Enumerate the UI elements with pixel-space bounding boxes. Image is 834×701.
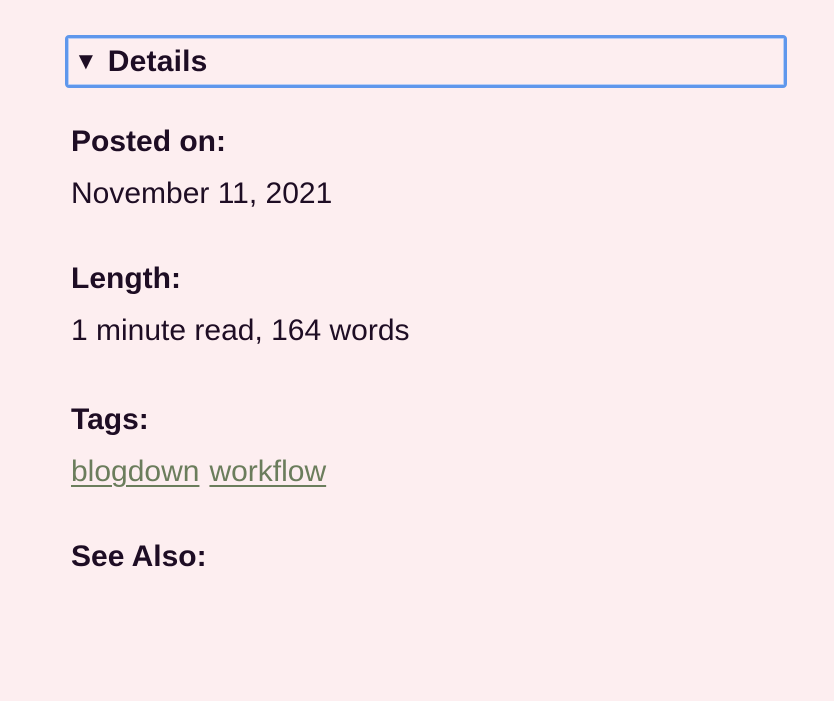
see-also-label: See Also: (71, 540, 207, 573)
length-value: 1 minute read, 164 words (71, 314, 410, 347)
length-section: Length: 1 minute read, 164 words (71, 261, 410, 349)
tags-section: Tags: blogdown workflow (71, 402, 326, 490)
posted-on-section: Posted on: November 11, 2021 (71, 124, 332, 212)
length-label: Length: (71, 262, 181, 295)
posted-on-date: November 11, 2021 (71, 177, 333, 210)
see-also-section: See Also: (71, 539, 207, 575)
triangle-down-icon: ▼ (74, 47, 98, 75)
details-summary-toggle[interactable]: ▼ Details (65, 35, 787, 88)
tags-list: blogdown workflow (71, 454, 326, 490)
tags-label: Tags: (71, 403, 149, 436)
posted-on-label: Posted on: (71, 125, 226, 158)
tag-link-blogdown[interactable]: blogdown (71, 455, 199, 488)
details-summary-label: Details (107, 44, 208, 78)
tag-link-workflow[interactable]: workflow (209, 455, 326, 488)
